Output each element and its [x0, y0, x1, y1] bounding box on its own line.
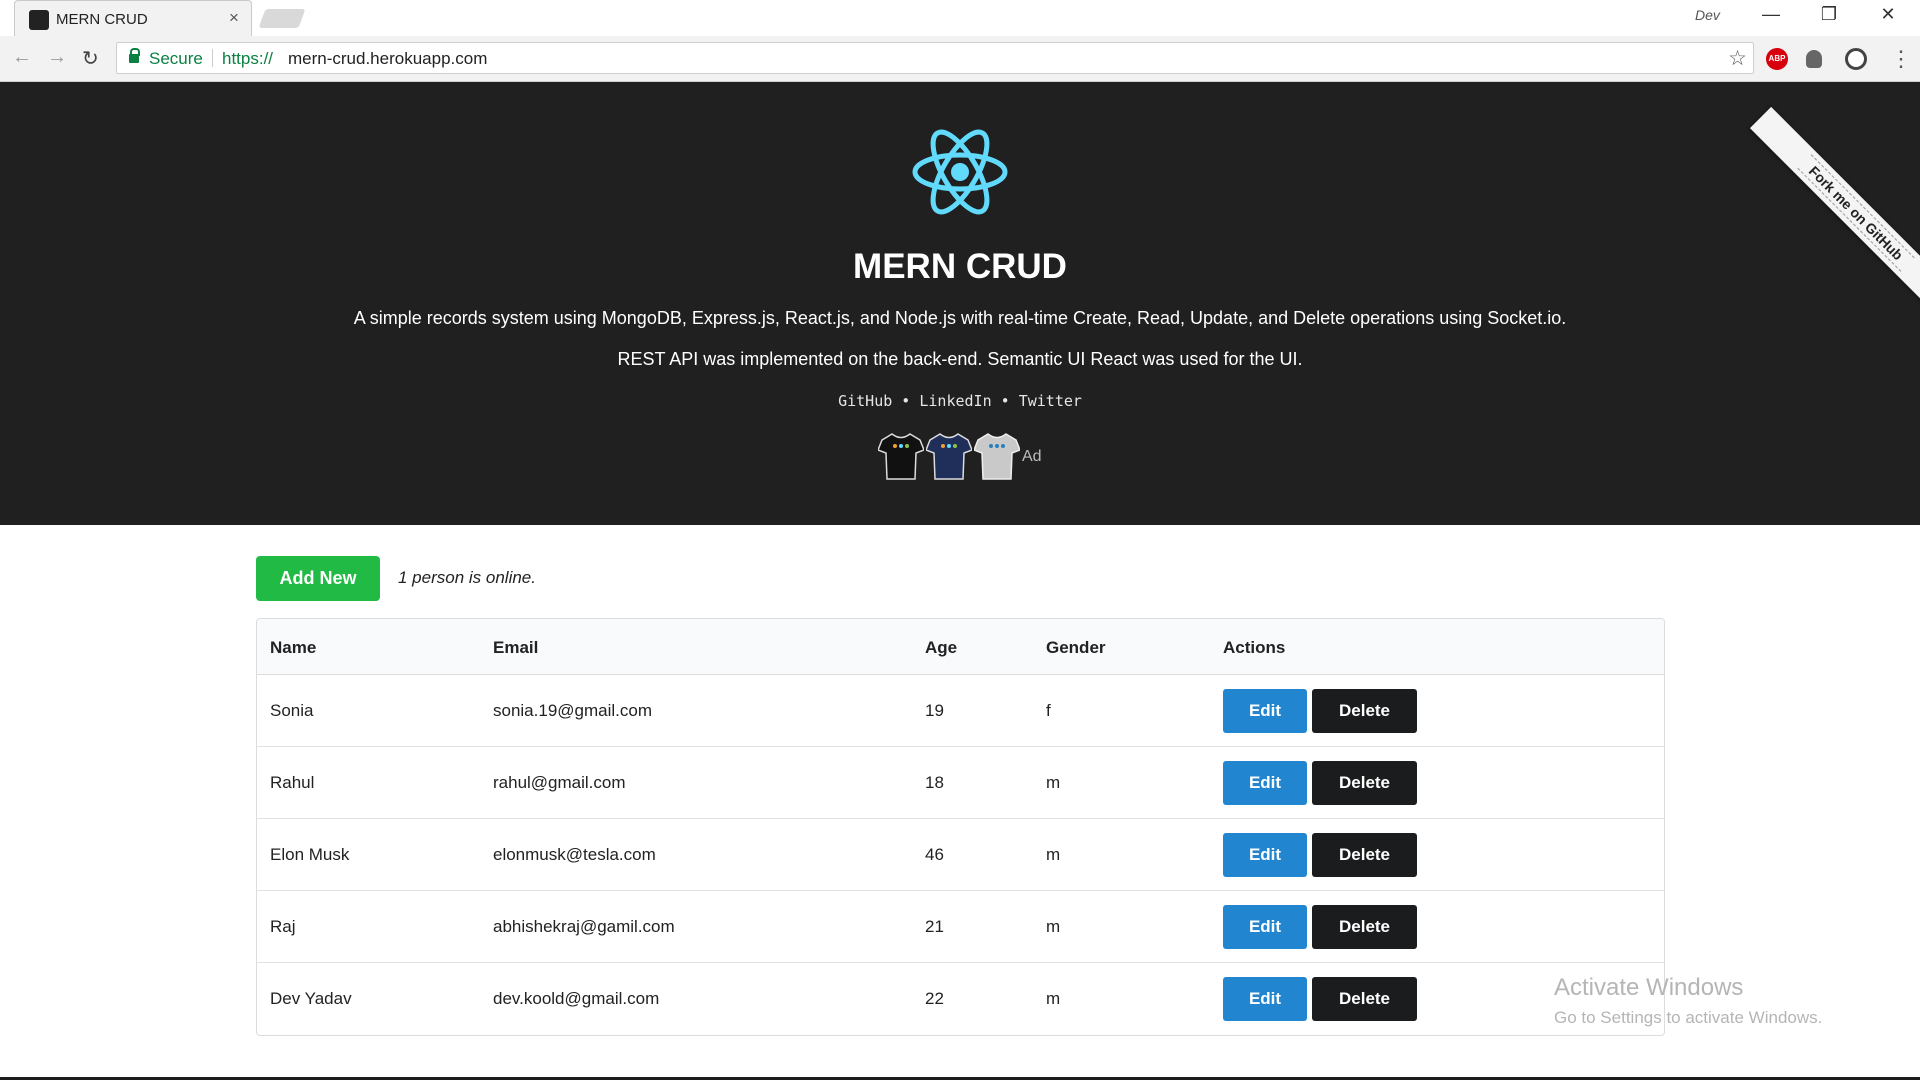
link-separator: • [991, 392, 1019, 410]
forward-icon[interactable]: → [47, 46, 67, 69]
react-favicon-icon [29, 10, 49, 30]
delete-button[interactable]: Delete [1312, 833, 1417, 877]
browser-tabstrip: MERN CRUD × Dev — ❐ ✕ [0, 0, 1920, 36]
cell-name: Raj [270, 917, 296, 936]
header-actions: Actions [1223, 638, 1286, 657]
gray-tshirt-icon [974, 433, 1020, 480]
cell-name: Sonia [270, 701, 314, 720]
tab-title: MERN CRUD [56, 11, 148, 28]
add-new-button[interactable]: Add New [256, 556, 380, 601]
delete-button[interactable]: Delete [1312, 761, 1417, 805]
new-tab-button[interactable] [258, 9, 306, 28]
back-icon[interactable]: ← [12, 46, 32, 69]
url-host: mern-crud.herokuapp.com [288, 49, 488, 68]
minimize-icon[interactable]: — [1751, 4, 1791, 25]
omnibox-divider [212, 49, 213, 67]
edit-button[interactable]: Edit [1223, 761, 1307, 805]
browser-tab[interactable]: MERN CRUD × [14, 0, 252, 36]
table-header: Name Email Age Gender Actions [257, 619, 1664, 675]
cell-email: sonia.19@gmail.com [493, 701, 652, 720]
header-name: Name [270, 638, 317, 657]
cell-name: Rahul [270, 773, 315, 792]
secure-label: Secure [149, 49, 203, 68]
activate-windows-title: Activate Windows [1554, 974, 1744, 1001]
cell-email: elonmusk@tesla.com [493, 845, 656, 864]
cell-email: abhishekraj@gamil.com [493, 917, 675, 936]
cell-email: dev.koold@gmail.com [493, 989, 660, 1008]
hero-section: MERN CRUD A simple records system using … [0, 82, 1920, 525]
react-logo-icon [912, 129, 1008, 215]
edit-button[interactable]: Edit [1223, 833, 1307, 877]
restore-icon[interactable]: ❐ [1809, 4, 1849, 25]
delete-button[interactable]: Delete [1312, 689, 1417, 733]
tab-close-icon[interactable]: × [229, 8, 239, 28]
header-age: Age [925, 638, 958, 657]
bookmark-star-icon[interactable]: ☆ [1728, 46, 1747, 71]
edit-button[interactable]: Edit [1223, 905, 1307, 949]
table-row: Elon Musk elonmusk@tesla.com 46 m Edit D… [257, 819, 1664, 891]
profile-name[interactable]: Dev [1695, 7, 1720, 23]
social-links: GitHub • LinkedIn • Twitter [0, 392, 1920, 410]
extension-icon[interactable] [1806, 50, 1822, 68]
edit-button[interactable]: Edit [1223, 689, 1307, 733]
table-row: Sonia sonia.19@gmail.com 19 f Edit Delet… [257, 675, 1664, 747]
cell-gender: m [1046, 773, 1061, 792]
twitter-link[interactable]: Twitter [1019, 392, 1082, 410]
cell-gender: m [1046, 917, 1061, 936]
url-scheme: https:// [222, 49, 274, 68]
navy-tshirt-icon [926, 433, 972, 480]
link-separator: • [892, 392, 920, 410]
ad-label: Ad [1022, 448, 1042, 465]
black-tshirt-icon [878, 433, 924, 480]
adblock-plus-icon[interactable]: ABP [1766, 48, 1788, 70]
cell-age: 21 [925, 917, 944, 936]
fork-on-github-ribbon[interactable]: Fork me on GitHub [1749, 106, 1920, 320]
edit-button[interactable]: Edit [1223, 977, 1307, 1021]
online-status: 1 person is online. [398, 568, 536, 587]
table-row: Rahul rahul@gmail.com 18 m Edit Delete [257, 747, 1664, 819]
description-line-2: REST API was implemented on the back-end… [617, 349, 1303, 369]
cell-name: Dev Yadav [270, 989, 352, 1008]
cell-gender: m [1046, 845, 1061, 864]
address-bar[interactable]: Secure https:// mern-crud.herokuapp.com … [116, 42, 1754, 74]
table-row: Raj abhishekraj@gamil.com 21 m Edit Dele… [257, 891, 1664, 963]
header-email: Email [493, 638, 539, 657]
github-link[interactable]: GitHub [838, 392, 892, 410]
cell-email: rahul@gmail.com [493, 773, 626, 792]
cell-gender: f [1046, 701, 1051, 720]
table-row: Dev Yadav dev.koold@gmail.com 22 m Edit … [257, 963, 1664, 1035]
cell-age: 22 [925, 989, 944, 1008]
reload-icon[interactable]: ↻ [82, 46, 99, 71]
cell-age: 19 [925, 701, 944, 720]
cell-age: 18 [925, 773, 944, 792]
linkedin-link[interactable]: LinkedIn [919, 392, 991, 410]
delete-button[interactable]: Delete [1312, 977, 1417, 1021]
header-gender: Gender [1046, 638, 1106, 657]
extension-circle-icon[interactable] [1845, 48, 1867, 70]
description-line-1: A simple records system using MongoDB, E… [353, 308, 1567, 328]
delete-button[interactable]: Delete [1312, 905, 1417, 949]
lock-icon [129, 48, 140, 63]
page-title: MERN CRUD [853, 247, 1067, 286]
activate-windows-subtitle: Go to Settings to activate Windows. [1554, 1008, 1823, 1027]
cell-name: Elon Musk [270, 845, 350, 864]
records-table: Name Email Age Gender Actions Sonia soni… [256, 618, 1665, 1036]
cell-gender: m [1046, 989, 1061, 1008]
close-window-icon[interactable]: ✕ [1868, 4, 1908, 25]
browser-menu-icon[interactable]: ⋮ [1890, 46, 1912, 72]
browser-toolbar: ← → ↻ Secure https:// mern-crud.herokuap… [0, 36, 1920, 82]
cell-age: 46 [925, 845, 944, 864]
tshirt-ad[interactable]: Ad [878, 430, 1048, 482]
